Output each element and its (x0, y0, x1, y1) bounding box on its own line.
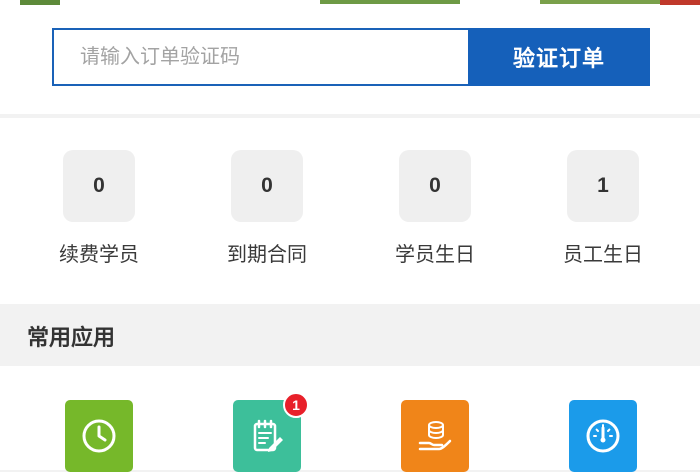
stat-count: 1 (567, 150, 639, 222)
stats-panel: 0 续费学员 0 到期合同 0 学员生日 1 员工生日 (0, 118, 700, 304)
stat-count: 0 (399, 150, 471, 222)
section-title: 常用应用 (27, 325, 116, 350)
app-clock[interactable] (65, 400, 133, 472)
stat-label: 到期合同 (227, 244, 307, 266)
order-verify-bar: 验证订单 (0, 6, 700, 114)
stat-expiring-contracts[interactable]: 0 到期合同 (202, 150, 332, 290)
stat-count: 0 (231, 150, 303, 222)
stat-label: 员工生日 (563, 244, 643, 266)
stat-label: 续费学员 (59, 244, 139, 266)
coins-hand-icon (418, 421, 452, 451)
verify-order-button[interactable]: 验证订单 (468, 28, 650, 86)
stat-student-birthdays[interactable]: 0 学员生日 (370, 150, 500, 290)
stat-staff-birthdays[interactable]: 1 员工生日 (538, 150, 668, 290)
stat-label: 学员生日 (395, 244, 475, 266)
notepad-edit-icon (253, 419, 283, 452)
stat-count: 0 (63, 150, 135, 222)
gauge-icon (586, 419, 620, 453)
stat-renewal-students[interactable]: 0 续费学员 (34, 150, 164, 290)
app-dashboard[interactable] (569, 400, 637, 472)
apps-grid (0, 366, 700, 472)
clock-icon (82, 419, 116, 453)
app-finance[interactable] (401, 400, 469, 472)
order-code-input[interactable] (52, 28, 468, 86)
notification-badge: 1 (283, 392, 309, 418)
common-apps-header: 常用应用 (0, 304, 700, 364)
